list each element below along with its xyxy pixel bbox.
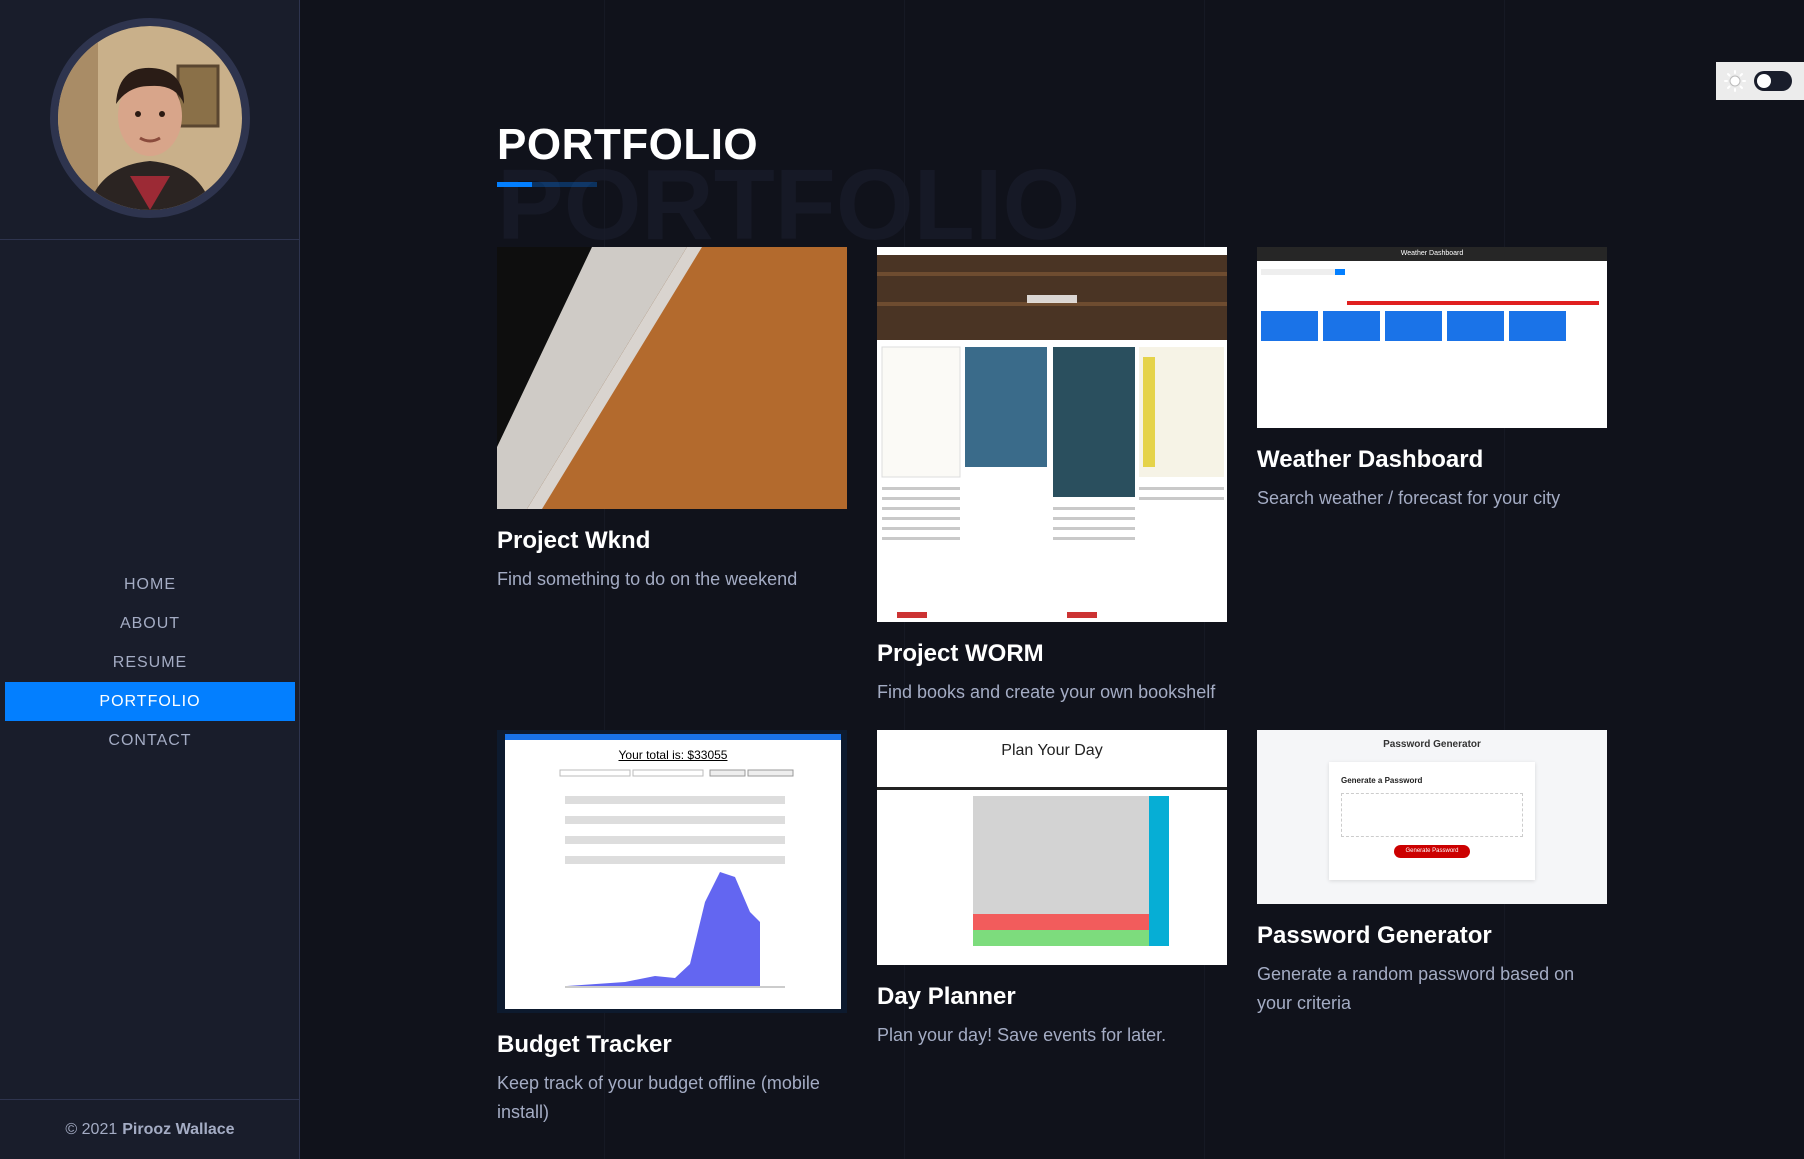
nav-about[interactable]: ABOUT (5, 604, 295, 643)
profile-section (0, 0, 299, 240)
sidebar: HOME ABOUT RESUME PORTFOLIO CONTACT © 20… (0, 0, 300, 1159)
project-thumbnail[interactable]: Weather Dashboard (1257, 247, 1607, 428)
project-card-worm[interactable]: Project WORM Find books and create your … (877, 247, 1227, 707)
section-title: PORTFOLIO PORTFOLIO (497, 120, 1080, 261)
budget-chart-image (559, 769, 794, 988)
project-description: Search weather / forecast for your city (1257, 488, 1561, 508)
project-title[interactable]: Day Planner (877, 983, 1227, 1011)
project-description: Generate a random password based on your… (1257, 964, 1575, 1013)
weather-image (1257, 261, 1607, 428)
budget-window: Your total is: $33055 (505, 734, 841, 1009)
project-description: Keep track of your budget offline (mobil… (497, 1073, 820, 1122)
project-thumbnail[interactable]: Password Generator Generate a Password G… (1257, 730, 1607, 904)
copyright-text: © 2021 (65, 1120, 118, 1138)
avatar (49, 17, 250, 218)
theme-switch[interactable] (1754, 71, 1792, 91)
title-underline (497, 182, 597, 187)
project-description: Find books and create your own bookshelf (877, 682, 1216, 702)
sun-icon (1724, 70, 1746, 92)
page-title: PORTFOLIO (497, 120, 759, 169)
sidebar-footer: © 2021 Pirooz Wallace (0, 1099, 300, 1159)
project-title[interactable]: Budget Tracker (497, 1031, 847, 1059)
nav-contact[interactable]: CONTACT (5, 721, 295, 760)
project-title[interactable]: Project WORM (877, 640, 1227, 668)
worm-image (877, 247, 1227, 622)
project-card-password[interactable]: Password Generator Generate a Password G… (1257, 730, 1607, 1018)
avatar-photo (57, 25, 242, 210)
theme-toggle[interactable] (1716, 62, 1804, 100)
project-card-wknd[interactable]: Project Wknd Find something to do on the… (497, 247, 847, 594)
nav-resume[interactable]: RESUME (5, 643, 295, 682)
project-thumbnail[interactable] (877, 247, 1227, 622)
project-title[interactable]: Project Wknd (497, 527, 847, 555)
main-nav: HOME ABOUT RESUME PORTFOLIO CONTACT (0, 565, 300, 760)
project-card-planner[interactable]: Plan Your Day Day Planner Plan your day!… (877, 730, 1227, 1050)
password-output (1341, 793, 1523, 837)
wknd-image (497, 247, 847, 509)
planner-image (973, 796, 1169, 946)
project-description: Find something to do on the weekend (497, 569, 798, 589)
password-heading: Generate a Password (1341, 776, 1423, 785)
project-description: Plan your day! Save events for later. (877, 1025, 1167, 1045)
budget-total: Your total is: $33055 (618, 748, 728, 762)
weather-header: Weather Dashboard (1257, 247, 1607, 261)
project-card-weather[interactable]: Weather Dashboard Weather Dashboard Sear… (1257, 247, 1607, 513)
nav-portfolio[interactable]: PORTFOLIO (5, 682, 295, 721)
project-card-budget[interactable]: Your total is: $33055 Budget Tracker Kee… (497, 730, 847, 1127)
generate-password-button: Generate Password (1394, 845, 1470, 858)
author-name: Pirooz Wallace (122, 1120, 235, 1138)
planner-title: Plan Your Day (877, 730, 1227, 790)
project-thumbnail[interactable] (497, 247, 847, 509)
password-title: Password Generator (1383, 739, 1481, 750)
project-thumbnail[interactable]: Your total is: $33055 (497, 730, 847, 1013)
nav-home[interactable]: HOME (5, 565, 295, 604)
project-thumbnail[interactable]: Plan Your Day (877, 730, 1227, 965)
project-title[interactable]: Weather Dashboard (1257, 446, 1607, 474)
password-card: Generate a Password Generate Password (1329, 762, 1535, 880)
project-title[interactable]: Password Generator (1257, 922, 1607, 950)
